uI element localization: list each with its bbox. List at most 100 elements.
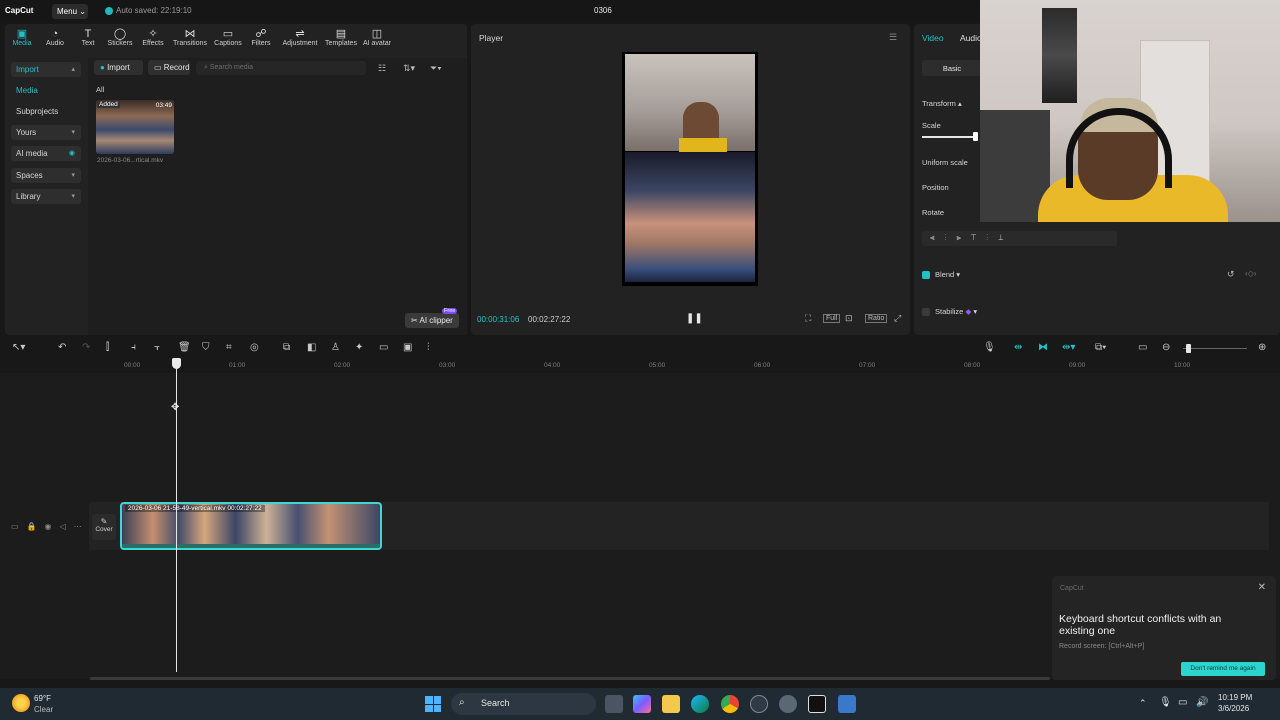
player-preview[interactable] xyxy=(622,52,758,286)
ai-clipper-button[interactable]: ✂ AI clipper xyxy=(405,313,459,328)
crop-icon[interactable]: ⛶ xyxy=(805,313,811,324)
zoom-slider[interactable] xyxy=(1183,348,1247,349)
tab-video[interactable]: Video xyxy=(922,33,944,43)
align-right-icon[interactable]: ⫸ xyxy=(957,233,972,242)
full-quality-button[interactable]: Full xyxy=(823,314,841,323)
cover-button[interactable]: ✎ Cover xyxy=(92,514,116,540)
tab-ai-avatar[interactable]: ◫ AI avatar xyxy=(361,28,393,47)
sort-icon[interactable]: ⇅▾ xyxy=(403,63,415,74)
tab-stickers[interactable]: ◯ Stickers xyxy=(105,28,135,47)
tab-templates[interactable]: ▤ Templates xyxy=(323,28,359,47)
tab-audio-props[interactable]: Audio xyxy=(960,33,982,43)
freeze-icon[interactable]: ◎ xyxy=(250,342,259,353)
link-icon[interactable]: ⇹ xyxy=(1014,342,1022,353)
start-icon[interactable] xyxy=(425,696,441,712)
captions-tool-icon[interactable]: ▭ xyxy=(379,342,388,353)
close-icon[interactable]: ✕ xyxy=(1258,582,1266,593)
align-center-icon[interactable]: ⫶ xyxy=(945,233,957,242)
mirror-icon[interactable]: ◧ xyxy=(307,342,316,353)
scale-slider-track[interactable] xyxy=(922,136,976,138)
pause-button[interactable]: ❚❚ xyxy=(686,313,703,324)
undo-icon[interactable]: ↶ xyxy=(58,342,66,353)
sidebar-item-yours[interactable]: Yours ▾ xyxy=(11,125,81,140)
fullscreen-icon[interactable]: ⤢ xyxy=(894,313,901,324)
align-toolbar[interactable]: ⫷⫶⫸⊤⫶⊥ xyxy=(922,231,1117,246)
sidebar-item-spaces[interactable]: Spaces ▾ xyxy=(11,168,81,183)
select-tool-icon[interactable]: ↖▾ xyxy=(12,342,25,353)
split-right-icon[interactable]: ⫟ xyxy=(154,342,160,353)
eye-icon[interactable]: ◉ xyxy=(45,522,60,531)
sidebar-item-import[interactable]: Import ▴ xyxy=(11,62,81,77)
more-icon[interactable]: ⋯ xyxy=(74,522,90,531)
keyframe-icon[interactable]: ‹◇› xyxy=(1245,269,1256,278)
file-explorer-icon[interactable] xyxy=(662,695,680,713)
transform-section-label[interactable]: Transform ▴ xyxy=(922,99,962,108)
settings-icon[interactable] xyxy=(779,695,797,713)
redo-icon[interactable]: ↷ xyxy=(82,342,90,353)
obs-icon[interactable] xyxy=(750,695,768,713)
basic-tab[interactable]: Basic xyxy=(922,60,982,76)
tab-adjustment[interactable]: ⇌ Adjustment xyxy=(280,28,320,47)
tab-text[interactable]: T Text xyxy=(77,28,99,47)
timeline-scrollbar[interactable] xyxy=(90,677,1050,680)
timeline-ruler[interactable] xyxy=(89,359,1280,373)
tab-captions[interactable]: ▭ Captions xyxy=(212,28,244,47)
split-left-icon[interactable]: ⫞ xyxy=(131,342,136,353)
menu-button[interactable]: Menu ⌄ xyxy=(52,4,88,19)
zoom-in-icon[interactable]: ⊕ xyxy=(1258,342,1266,353)
player-menu-icon[interactable]: ☰ xyxy=(889,32,897,43)
playhead-handle[interactable] xyxy=(172,358,181,369)
import-button[interactable]: ● Import xyxy=(94,60,143,75)
photos-icon[interactable] xyxy=(838,695,856,713)
microphone-icon[interactable]: 🎙 xyxy=(983,342,996,353)
sidebar-item-library[interactable]: Library ▾ xyxy=(11,189,81,204)
ratio-button[interactable]: Ratio xyxy=(865,314,888,323)
snapshot-icon[interactable]: ⊡ xyxy=(845,313,853,324)
tab-effects[interactable]: ✧ Effects xyxy=(139,28,167,47)
clock-date[interactable]: 3/6/2026 xyxy=(1218,704,1249,713)
caption-toggle-icon[interactable]: ▭ xyxy=(1138,342,1147,353)
chrome-icon[interactable] xyxy=(721,695,739,713)
chevron-up-icon[interactable]: ⌃ xyxy=(1139,698,1147,709)
clock-time[interactable]: 10:19 PM xyxy=(1218,693,1252,702)
edge-icon[interactable] xyxy=(691,695,709,713)
reset-icon[interactable]: ↺ xyxy=(1227,269,1235,280)
blend-checkbox[interactable] xyxy=(922,271,930,279)
remove-bg-icon[interactable]: ♙ xyxy=(331,342,340,353)
video-clip[interactable]: 2026-03-06 21-58-49-vertical.mkv 00:02:2… xyxy=(120,502,382,550)
align-left-icon[interactable]: ⫷ xyxy=(930,233,945,242)
align-middle-icon[interactable]: ⫶ xyxy=(986,233,998,242)
scale-slider-handle[interactable] xyxy=(973,132,978,141)
media-tool-icon[interactable]: ▣ xyxy=(403,342,412,353)
tab-media[interactable]: ▣ Media xyxy=(10,28,34,47)
tab-filters[interactable]: ☍ Filters xyxy=(249,28,273,47)
media-search-input[interactable]: ⌕ Search media xyxy=(196,61,366,75)
sidebar-item-subprojects[interactable]: Subprojects xyxy=(11,104,81,119)
blend-label[interactable]: Blend ▾ xyxy=(935,270,960,279)
sidebar-item-ai-media[interactable]: AI media ◉ xyxy=(11,146,81,161)
microphone-icon[interactable]: 🎙 xyxy=(1159,697,1172,708)
filter-icon[interactable]: ⏷▾ xyxy=(430,63,442,74)
zoom-out-icon[interactable]: ⊖ xyxy=(1162,342,1170,353)
record-button[interactable]: ▭ Record xyxy=(148,60,190,75)
weather-icon[interactable] xyxy=(12,694,30,712)
media-thumbnail[interactable]: Added 03:49 xyxy=(96,100,174,154)
lock-icon[interactable]: 🔒 xyxy=(27,522,45,531)
stabilize-label[interactable]: Stabilize ◆ ▾ xyxy=(935,307,977,316)
tab-transitions[interactable]: ⋈ Transitions xyxy=(170,28,210,47)
align-bottom-icon[interactable]: ⊥ xyxy=(998,233,1013,242)
zoom-slider-handle[interactable] xyxy=(1186,344,1191,353)
dont-remind-button[interactable]: Don't remind me again xyxy=(1181,662,1265,676)
magnet-icon[interactable]: ⇹▾ xyxy=(1062,342,1075,353)
preview-axis-icon[interactable]: ⧉▾ xyxy=(1095,342,1106,353)
snap-icon[interactable]: ⧓ xyxy=(1038,342,1048,353)
crop-tool-icon[interactable]: ⌗ xyxy=(226,342,232,353)
delete-icon[interactable]: 🗑 xyxy=(178,342,191,353)
volume-icon[interactable]: 🔊 xyxy=(1196,697,1208,708)
auto-reframe-icon[interactable]: ⧉ xyxy=(283,342,290,353)
capcut-icon[interactable] xyxy=(808,695,826,713)
grid-view-icon[interactable]: ☷ xyxy=(378,63,386,74)
split-icon[interactable]: ⫿ xyxy=(106,342,109,353)
sidebar-item-media[interactable]: Media xyxy=(11,83,81,98)
align-top-icon[interactable]: ⊤ xyxy=(971,233,986,242)
